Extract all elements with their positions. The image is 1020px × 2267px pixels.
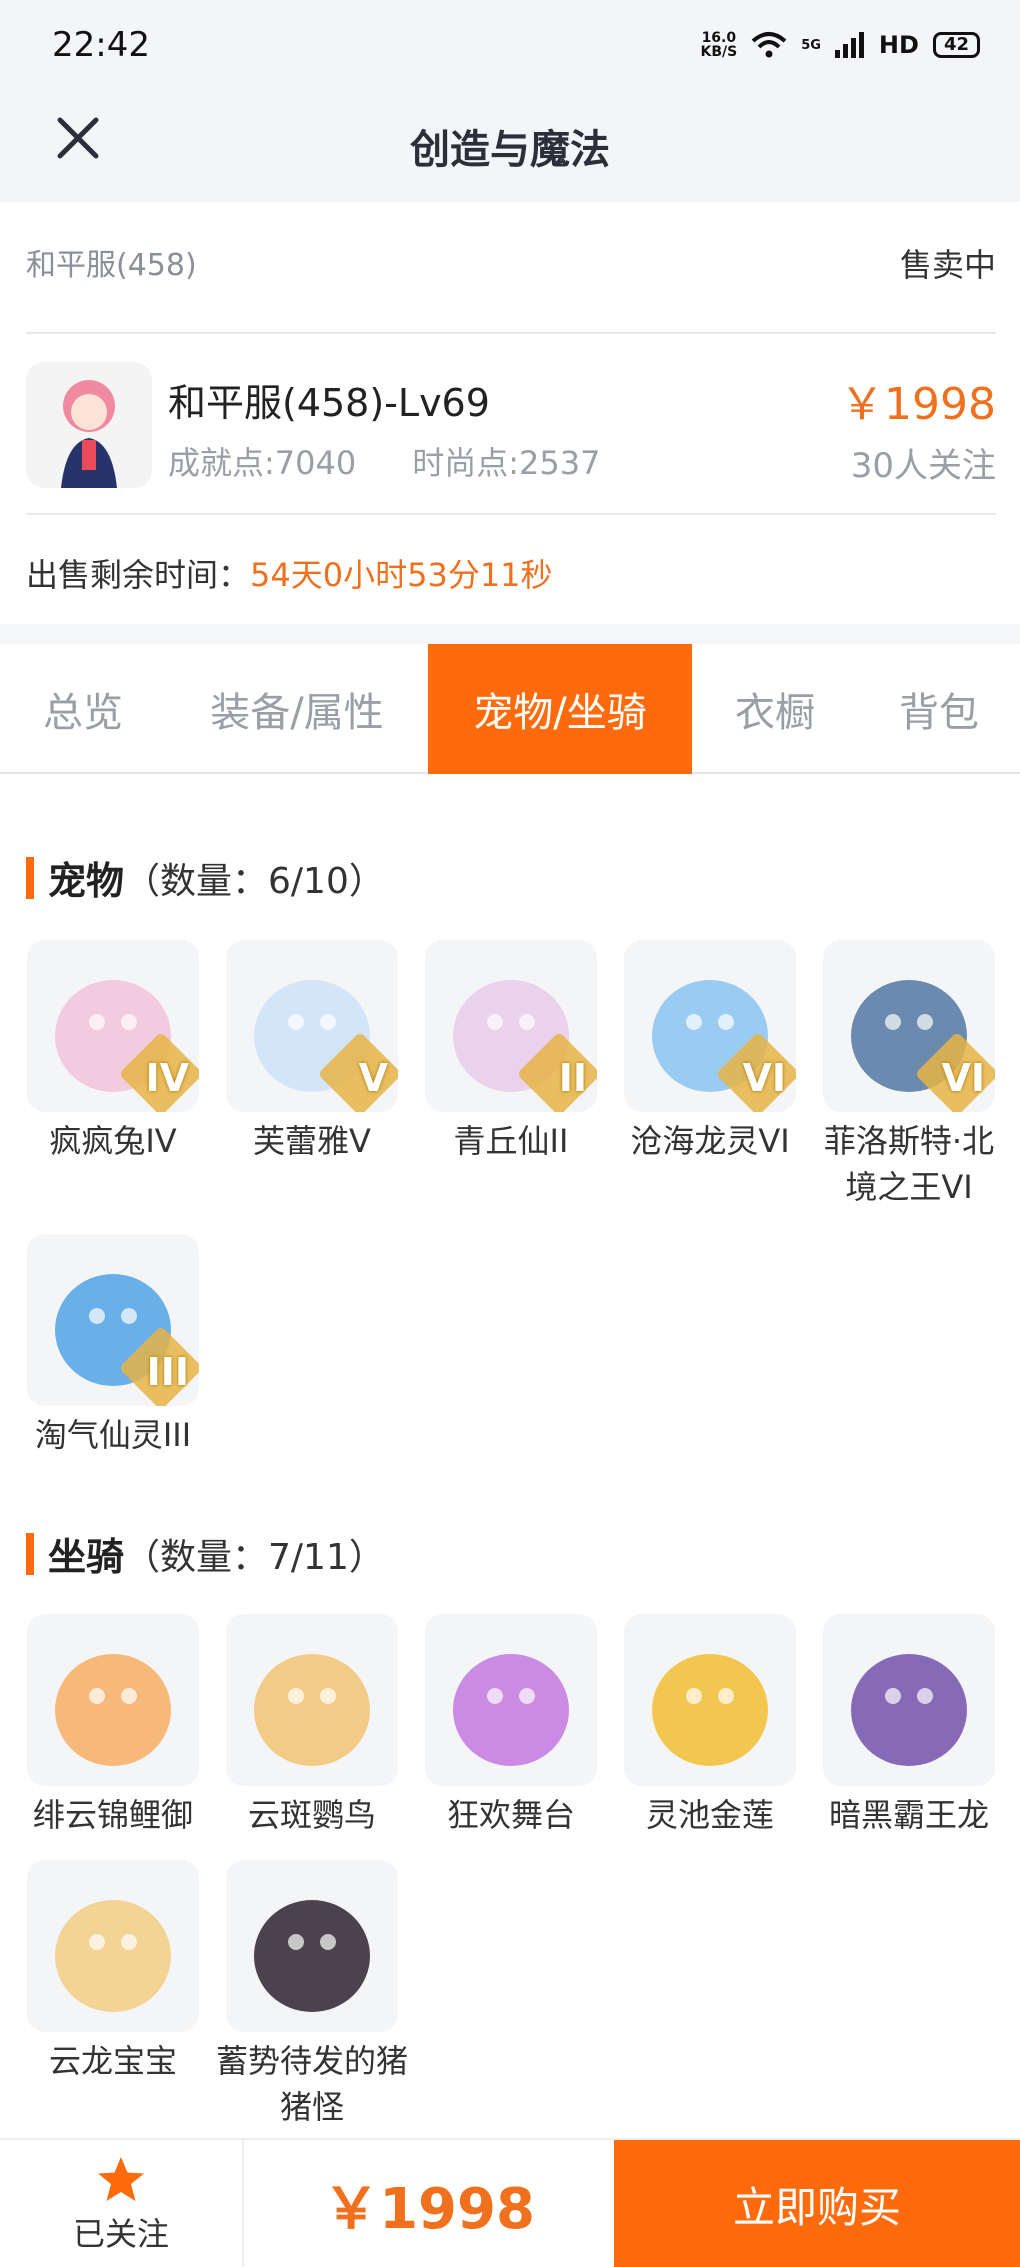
pets-count: （数量：6/10） (124, 860, 385, 902)
tab-bar: 总览 装备/属性 宠物/坐骑 衣橱 背包 (0, 644, 1020, 774)
net-speed: 16.0 KB/S (700, 31, 737, 59)
rank-label: VI (941, 1056, 985, 1100)
wifi-icon (751, 32, 787, 58)
section-accent-bar (26, 856, 34, 899)
hd-indicator: HD (878, 31, 919, 59)
mounts-count: （数量：7/11） (124, 1536, 385, 1578)
avatar (26, 362, 152, 488)
listing-price: ￥1998 (840, 379, 996, 430)
page-header: 创造与魔法 (0, 90, 1020, 202)
pet-thumbnail: II (425, 940, 597, 1112)
mounts-section-title: 坐骑 （数量：7/11） (26, 1526, 385, 1581)
mount-name: 绯云锦鲤御 (32, 1796, 193, 1834)
app-root: 22:42 16.0 KB/S 5G HD 42 创造与魔法 和平服(458) … (0, 0, 1020, 2267)
section-gap (0, 624, 1020, 644)
remaining-time-label: 出售剩余时间： (26, 556, 251, 594)
signal-icon (834, 32, 864, 58)
pet-thumbnail: IV (27, 940, 199, 1112)
server-row: 和平服(458) 售卖中 (26, 240, 996, 286)
pets-title: 宠物 (48, 859, 125, 903)
mount-item[interactable]: 蓄势待发的猪猪怪 (216, 1860, 408, 2130)
server-name: 和平服(458) (26, 248, 197, 283)
mount-name: 灵池金莲 (645, 1796, 774, 1834)
mount-item[interactable]: 绯云锦鲤御 (26, 1614, 200, 1838)
mount-thumbnail (226, 1614, 398, 1786)
close-icon[interactable] (50, 110, 106, 166)
character-card[interactable]: 和平服(458)-Lv69 成就点:7040 时尚点:2537 ￥1998 30… (26, 362, 996, 488)
mount-thumbnail (624, 1614, 796, 1786)
pet-item[interactable]: III 淘气仙灵III (26, 1234, 200, 1458)
rank-label: III (146, 1350, 189, 1394)
mount-thumbnail (823, 1614, 995, 1786)
sale-status: 售卖中 (899, 246, 996, 284)
star-icon (98, 2156, 144, 2201)
mount-thumbnail (27, 1860, 199, 2032)
mount-name: 暗黑霸王龙 (828, 1796, 989, 1834)
fashion-points: 时尚点:2537 (412, 444, 601, 482)
mount-item[interactable]: 云斑鹦鸟 (225, 1614, 399, 1838)
achievement-points: 成就点:7040 (168, 444, 357, 482)
pet-name: 淘气仙灵III (34, 1416, 192, 1454)
tab-pets-mounts[interactable]: 宠物/坐骑 (428, 644, 692, 774)
status-time: 22:42 (52, 25, 150, 65)
net-speed-value: 16.0 (701, 30, 737, 46)
section-accent-bar (26, 1532, 34, 1575)
bottom-bar: 已关注 ￥1998 立即购买 (0, 2138, 1020, 2267)
divider (26, 332, 996, 334)
mount-name: 云龙宝宝 (48, 2042, 177, 2080)
pet-item[interactable]: IV 疯疯兔IV (26, 940, 200, 1164)
pet-name: 芙蕾雅V (253, 1122, 371, 1160)
pet-name: 青丘仙II (453, 1122, 569, 1160)
pet-thumbnail: VI (823, 940, 995, 1112)
mount-item[interactable]: 狂欢舞台 (424, 1614, 598, 1838)
mount-item[interactable]: 云龙宝宝 (26, 1860, 200, 2084)
rank-label: II (558, 1056, 587, 1100)
mounts-title: 坐骑 (48, 1535, 125, 1579)
pet-thumbnail: VI (624, 940, 796, 1112)
tab-wardrobe[interactable]: 衣橱 (692, 644, 858, 774)
tab-overview[interactable]: 总览 (0, 644, 166, 774)
mount-name: 云斑鹦鸟 (247, 1796, 376, 1834)
net-speed-unit: KB/S (700, 44, 738, 60)
status-bar: 22:42 16.0 KB/S 5G HD 42 (0, 0, 1020, 90)
battery-icon: 42 (932, 32, 980, 58)
mount-thumbnail (27, 1614, 199, 1786)
status-icons: 16.0 KB/S 5G HD 42 (700, 31, 980, 59)
pet-name: 疯疯兔IV (49, 1122, 177, 1160)
mount-thumbnail (226, 1860, 398, 2032)
tab-equipment[interactable]: 装备/属性 (166, 644, 428, 774)
page-title: 创造与魔法 (410, 127, 610, 173)
divider (26, 513, 996, 515)
network-type: 5G (801, 37, 821, 53)
mount-name: 蓄势待发的猪猪怪 (215, 2042, 408, 2126)
follow-label: 已关注 (72, 2214, 169, 2253)
remaining-time: 出售剩余时间：54天0小时53分11秒 (26, 550, 553, 596)
remaining-time-value: 54天0小时53分11秒 (250, 556, 553, 594)
follow-button[interactable]: 已关注 (0, 2140, 244, 2267)
follower-count: 30人关注 (850, 446, 996, 486)
character-stats: 成就点:7040 时尚点:2537 (168, 438, 600, 484)
pet-item[interactable]: VI 沧海龙灵VI (623, 940, 797, 1164)
pets-section-title: 宠物 （数量：6/10） (26, 850, 385, 905)
mount-item[interactable]: 灵池金莲 (623, 1614, 797, 1838)
pet-item[interactable]: II 青丘仙II (424, 940, 598, 1164)
pet-thumbnail: V (226, 940, 398, 1112)
buy-now-button[interactable]: 立即购买 (614, 2140, 1020, 2267)
rank-label: IV (145, 1056, 189, 1100)
tab-bag[interactable]: 背包 (858, 644, 1020, 774)
bottom-price: ￥1998 (323, 2177, 535, 2242)
pet-item[interactable]: V 芙蕾雅V (225, 940, 399, 1164)
mount-name: 狂欢舞台 (446, 1796, 575, 1834)
pet-item[interactable]: VI 菲洛斯特·北境之王VI (822, 940, 996, 1210)
pet-name: 菲洛斯特·北境之王VI (823, 1122, 995, 1206)
rank-label: V (358, 1056, 388, 1100)
character-name: 和平服(458)-Lv69 (168, 381, 490, 425)
rank-label: VI (742, 1056, 786, 1100)
mount-item[interactable]: 暗黑霸王龙 (822, 1614, 996, 1838)
pet-thumbnail: III (27, 1234, 199, 1406)
pet-name: 沧海龙灵VI (630, 1122, 790, 1160)
mount-thumbnail (425, 1614, 597, 1786)
